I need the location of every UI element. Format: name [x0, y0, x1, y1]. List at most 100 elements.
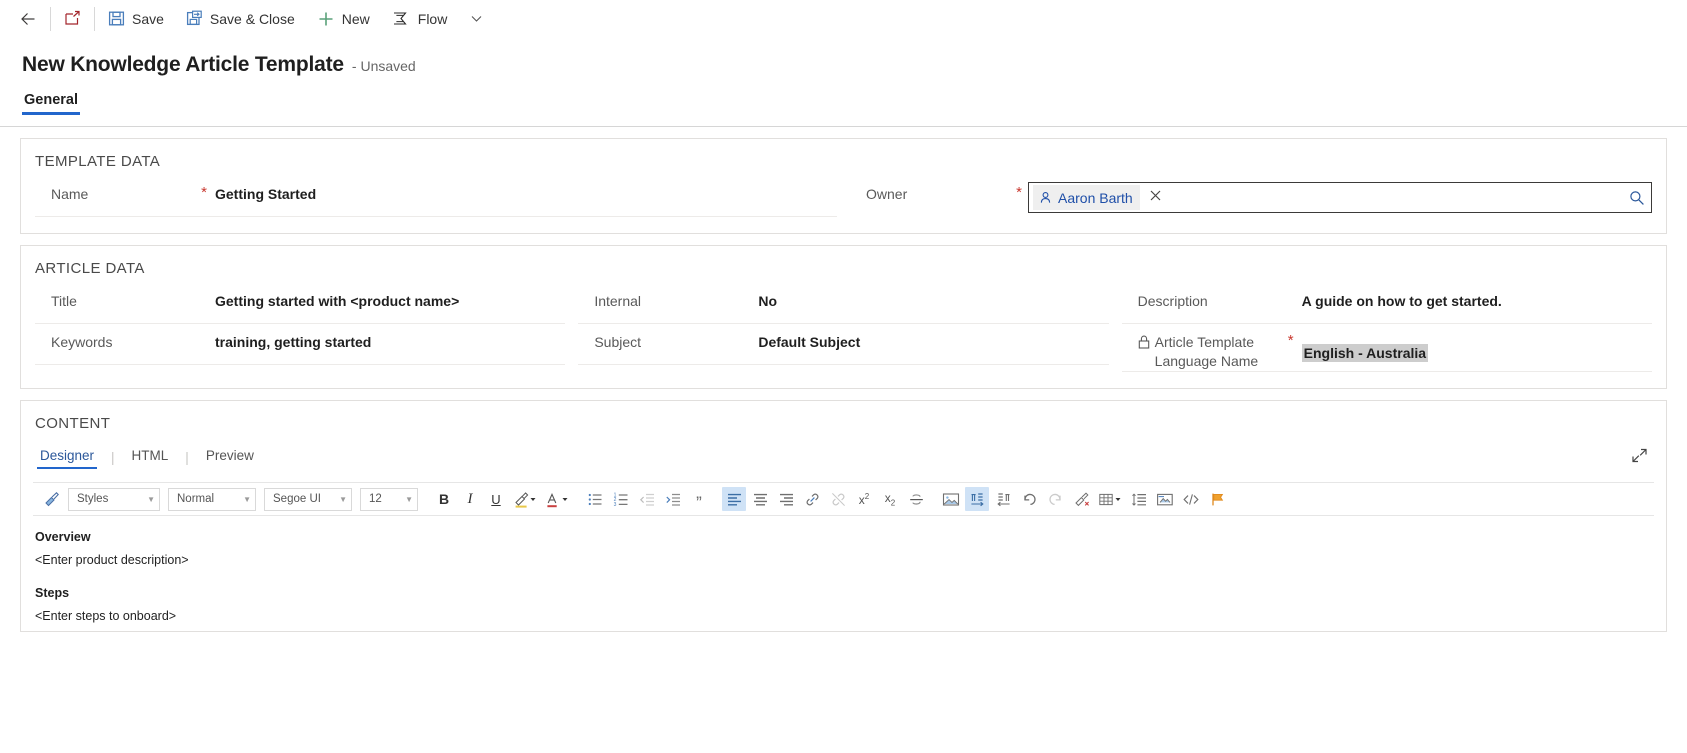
field-owner-label: Owner — [866, 186, 908, 202]
tab-html[interactable]: HTML — [129, 446, 172, 469]
article-data-column-1: Title Getting started with <product name… — [35, 283, 566, 372]
field-keywords-value[interactable]: training, getting started — [213, 333, 565, 352]
tab-preview-label: Preview — [205, 448, 254, 463]
field-title-label: Title — [51, 293, 77, 309]
redo-button[interactable] — [1043, 487, 1067, 511]
field-name-value[interactable]: Getting Started — [213, 185, 837, 204]
font-color-button[interactable] — [542, 487, 572, 511]
paragraph-format-select-value: Normal — [177, 493, 215, 505]
flow-button[interactable]: Flow — [381, 0, 459, 37]
open-in-new-window-button[interactable] — [53, 0, 92, 37]
align-right-button[interactable] — [774, 487, 798, 511]
field-description: Description A guide on how to get starte… — [1121, 283, 1652, 324]
tab-html-label: HTML — [131, 448, 169, 463]
search-icon[interactable] — [1629, 190, 1645, 206]
field-article-template-language-name-required: * — [1287, 332, 1294, 349]
bold-button[interactable]: B — [432, 487, 456, 511]
underline-button[interactable]: U — [484, 487, 508, 511]
section-article-data-rows: Title Getting started with <product name… — [21, 277, 1666, 388]
block-quote-button[interactable]: ” — [687, 487, 711, 511]
undo-button[interactable] — [1017, 487, 1041, 511]
rich-text-toolbar: Styles ▼ Normal ▼ Segoe UI ▼ 12 ▼ B I U … — [33, 482, 1654, 516]
back-button[interactable] — [8, 0, 48, 37]
section-article-data: ARTICLE DATA Title Getting started with … — [20, 245, 1667, 389]
code-view-button[interactable] — [1179, 487, 1203, 511]
superscript-icon: x2 — [858, 491, 870, 507]
bulleted-list-button[interactable] — [583, 487, 607, 511]
decrease-indent-button[interactable] — [635, 487, 659, 511]
record-header: New Knowledge Article Template - Unsaved — [0, 37, 1687, 77]
tab-general[interactable]: General — [22, 90, 80, 115]
tab-designer-label: Designer — [40, 448, 95, 463]
chevron-down-icon: ▼ — [339, 494, 347, 504]
insert-snippet-button[interactable] — [1153, 487, 1177, 511]
insert-table-button[interactable] — [1095, 487, 1125, 511]
command-separator-2 — [94, 6, 95, 31]
new-button-label: New — [341, 10, 370, 27]
paragraph-format-select[interactable]: Normal ▼ — [168, 487, 256, 511]
expand-editor-button[interactable] — [1631, 447, 1648, 469]
save-and-close-button[interactable]: Save & Close — [175, 0, 306, 37]
page-title: New Knowledge Article Template — [22, 53, 344, 76]
italic-icon: I — [467, 490, 473, 507]
superscript-button[interactable]: x2 — [852, 487, 876, 511]
chevron-down-icon: ▼ — [243, 494, 251, 504]
command-bar: Save Save & Close New Flow — [0, 0, 1687, 37]
owner-chip[interactable]: Aaron Barth — [1033, 185, 1140, 210]
person-icon — [1039, 191, 1052, 204]
lock-icon — [1138, 335, 1150, 349]
styles-select[interactable]: Styles ▼ — [68, 487, 160, 511]
align-center-button[interactable] — [748, 487, 772, 511]
back-arrow-icon — [19, 10, 37, 28]
highlight-color-button[interactable] — [510, 487, 540, 511]
field-article-template-language-name-label-text: Article Template Language Name — [1155, 333, 1259, 371]
command-separator-1 — [50, 6, 51, 31]
numbered-list-button[interactable]: 1 2 3 — [609, 487, 633, 511]
italic-button[interactable]: I — [458, 487, 482, 511]
editor-paragraph-product-description: <Enter product description> — [35, 553, 189, 567]
format-painter-icon[interactable] — [39, 487, 63, 511]
insert-link-button[interactable] — [800, 487, 824, 511]
new-button[interactable]: New — [306, 0, 381, 37]
field-name-required: * — [201, 184, 207, 201]
plus-icon — [317, 10, 335, 28]
strikethrough-button[interactable] — [904, 487, 928, 511]
remove-link-button[interactable] — [826, 487, 850, 511]
line-spacing-button[interactable] — [1127, 487, 1151, 511]
save-and-close-button-label: Save & Close — [209, 10, 295, 27]
field-owner: Owner * Aaron Barth — [850, 176, 1652, 217]
tab-preview[interactable]: Preview — [203, 446, 257, 469]
more-commands-button[interactable] — [458, 0, 495, 37]
editor-paragraph-steps: <Enter steps to onboard> — [35, 609, 177, 623]
rich-text-editor-body[interactable]: Overview <Enter product description> Ste… — [21, 516, 1666, 623]
left-to-right-button[interactable] — [965, 487, 989, 511]
clear-formatting-button[interactable] — [1069, 487, 1093, 511]
editor-mode-tabs: Designer | HTML | Preview — [21, 432, 1666, 469]
align-left-button[interactable] — [722, 487, 746, 511]
tab-designer[interactable]: Designer — [37, 446, 98, 469]
owner-chip-label: Aaron Barth — [1058, 189, 1133, 206]
flow-icon — [392, 10, 411, 27]
font-size-select[interactable]: 12 ▼ — [360, 487, 418, 511]
field-internal-value[interactable]: No — [756, 292, 1108, 311]
field-title-value[interactable]: Getting started with <product name> — [213, 292, 565, 311]
field-description-label: Description — [1137, 293, 1208, 309]
unsaved-status: - Unsaved — [351, 58, 416, 74]
section-article-data-title: ARTICLE DATA — [35, 260, 145, 277]
flag-button[interactable] — [1205, 487, 1229, 511]
save-button[interactable]: Save — [97, 0, 175, 37]
underline-icon: U — [491, 491, 501, 507]
field-title: Title Getting started with <product name… — [35, 283, 566, 324]
right-to-left-button[interactable] — [991, 487, 1015, 511]
increase-indent-button[interactable] — [661, 487, 685, 511]
section-template-data: TEMPLATE DATA Name * Getting Started Own… — [20, 138, 1667, 234]
insert-image-button[interactable] — [939, 487, 963, 511]
font-family-select[interactable]: Segoe UI ▼ — [264, 487, 352, 511]
field-subject-value[interactable]: Default Subject — [756, 333, 1108, 352]
field-article-template-language-name-value[interactable]: English - Australia — [1301, 344, 1429, 362]
field-description-value[interactable]: A guide on how to get started. — [1300, 292, 1652, 311]
subscript-button[interactable]: x2 — [878, 487, 902, 511]
owner-lookup-input[interactable]: Aaron Barth — [1028, 182, 1652, 213]
owner-chip-remove-icon[interactable] — [1149, 189, 1162, 207]
field-subject: Subject Default Subject — [578, 324, 1109, 365]
